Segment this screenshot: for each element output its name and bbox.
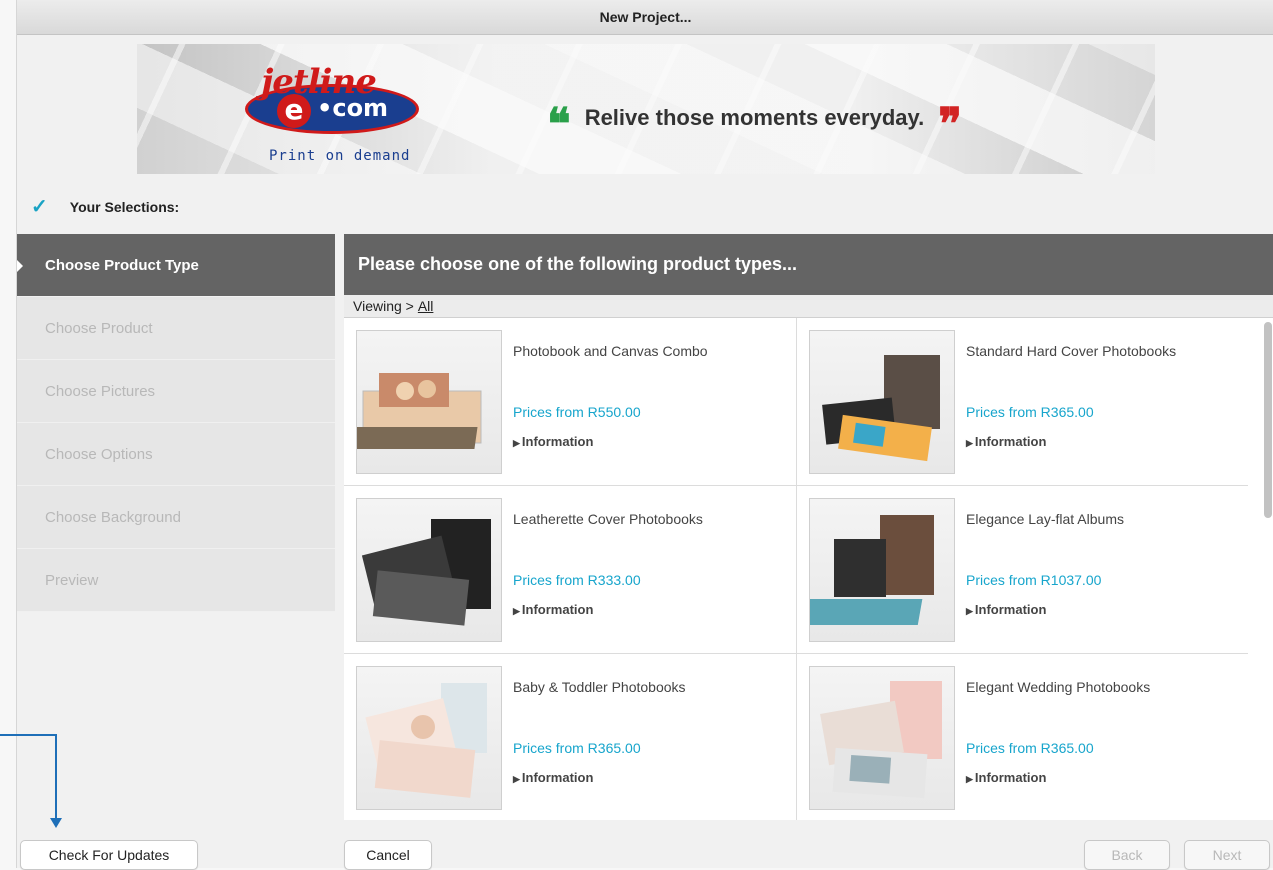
product-price: Prices from R365.00: [966, 404, 1094, 420]
step-choose-background[interactable]: Choose Background: [17, 486, 335, 549]
check-for-updates-button[interactable]: Check For Updates: [20, 840, 198, 870]
product-type-panel: Please choose one of the following produ…: [344, 234, 1273, 820]
info-link[interactable]: ▶ Information: [966, 434, 1046, 449]
product-tile[interactable]: Baby & Toddler Photobooks Prices from R3…: [344, 654, 796, 820]
triangle-right-icon: ▶: [966, 774, 973, 784]
product-thumbnail: [809, 330, 955, 474]
annotation-arrow-down-icon: [50, 818, 62, 828]
back-button[interactable]: Back: [1084, 840, 1170, 870]
your-selections: ✓ Your Selections:: [31, 194, 179, 219]
product-tile[interactable]: Photobook and Canvas Combo Prices from R…: [344, 318, 796, 486]
product-tile[interactable]: Standard Hard Cover Photobooks Prices fr…: [796, 318, 1248, 486]
tagline-text: Relive those moments everyday.: [584, 105, 925, 130]
product-title: Standard Hard Cover Photobooks: [966, 343, 1177, 359]
product-price: Prices from R365.00: [513, 740, 641, 756]
product-thumbnail: [356, 498, 502, 642]
product-tile[interactable]: Leatherette Cover Photobooks Prices from…: [344, 486, 796, 654]
product-tile[interactable]: Elegance Lay-flat Albums Prices from R10…: [796, 486, 1248, 654]
annotation-arrow-line: [0, 734, 57, 736]
window-title: New Project...: [17, 0, 1273, 35]
annotation-arrow-line-vertical: [55, 734, 57, 822]
product-thumbnail: [356, 666, 502, 810]
new-project-window: New Project... jetline e •com Print on d…: [16, 0, 1273, 870]
selections-label: Your Selections:: [69, 198, 180, 215]
triangle-right-icon: ▶: [966, 438, 973, 448]
vertical-scrollbar[interactable]: [1264, 322, 1272, 518]
product-thumbnail: [809, 666, 955, 810]
cancel-button[interactable]: Cancel: [344, 840, 432, 870]
product-title: Photobook and Canvas Combo: [513, 343, 708, 359]
checkmark-icon: ✓: [31, 196, 48, 218]
step-preview[interactable]: Preview: [17, 549, 335, 612]
triangle-right-icon: ▶: [513, 438, 520, 448]
product-thumbnail: [809, 498, 955, 642]
breadcrumb: Viewing > All: [344, 295, 1273, 318]
triangle-right-icon: ▶: [513, 606, 520, 616]
step-choose-product-type[interactable]: Choose Product Type: [17, 234, 335, 297]
triangle-right-icon: ▶: [966, 606, 973, 616]
triangle-right-icon: ▶: [513, 774, 520, 784]
panel-heading: Please choose one of the following produ…: [344, 234, 1273, 295]
product-tile[interactable]: Elegant Wedding Photobooks Prices from R…: [796, 654, 1248, 820]
info-link[interactable]: ▶ Information: [966, 770, 1046, 785]
viewing-all-link[interactable]: All: [418, 298, 434, 314]
product-title: Baby & Toddler Photobooks: [513, 679, 686, 695]
product-price: Prices from R365.00: [966, 740, 1094, 756]
quote-open-icon: ❝: [547, 99, 571, 150]
step-choose-product[interactable]: Choose Product: [17, 297, 335, 360]
product-thumbnail: [356, 330, 502, 474]
product-title: Elegant Wedding Photobooks: [966, 679, 1151, 695]
logo-subtitle: Print on demand: [269, 148, 411, 164]
product-price: Prices from R550.00: [513, 404, 641, 420]
banner-tagline: ❝ Relive those moments everyday. ❞: [547, 99, 962, 150]
info-link[interactable]: ▶ Information: [513, 434, 593, 449]
product-title: Leatherette Cover Photobooks: [513, 511, 703, 527]
step-choose-pictures[interactable]: Choose Pictures: [17, 360, 335, 423]
quote-close-icon: ❞: [938, 99, 962, 150]
banner: jetline e •com Print on demand ❝ Relive …: [137, 44, 1155, 174]
info-link[interactable]: ▶ Information: [513, 602, 593, 617]
wizard-steps: Choose Product Type Choose Product Choos…: [17, 234, 335, 612]
product-price: Prices from R333.00: [513, 572, 641, 588]
product-title: Elegance Lay-flat Albums: [966, 511, 1124, 527]
product-grid: Photobook and Canvas Combo Prices from R…: [344, 318, 1273, 820]
next-button[interactable]: Next: [1184, 840, 1270, 870]
step-choose-options[interactable]: Choose Options: [17, 423, 335, 486]
product-price: Prices from R1037.00: [966, 572, 1102, 588]
info-link[interactable]: ▶ Information: [513, 770, 593, 785]
jetline-logo: jetline e •com Print on demand: [237, 62, 427, 164]
info-link[interactable]: ▶ Information: [966, 602, 1046, 617]
